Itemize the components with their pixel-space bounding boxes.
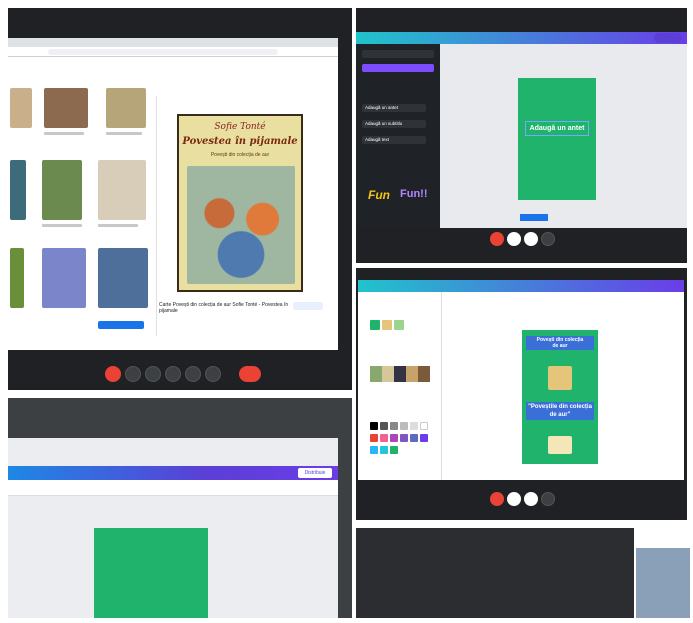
search-bar-blue[interactable]	[98, 321, 144, 329]
more-icon[interactable]	[205, 366, 221, 382]
side-item-subtitle[interactable]: Adaugă un subtitlu	[362, 120, 426, 128]
hand-icon[interactable]	[165, 366, 181, 382]
image-preview-pane: Sofie Tonté Povestea în pijamale Povești…	[156, 96, 332, 336]
swatch[interactable]	[380, 446, 388, 454]
side-search[interactable]	[362, 50, 434, 58]
present-icon[interactable]	[185, 366, 201, 382]
result-thumb[interactable]	[10, 160, 26, 220]
present-icon[interactable]	[524, 232, 538, 246]
result-thumb[interactable]	[106, 88, 146, 128]
swatch[interactable]	[380, 434, 388, 442]
result-thumb[interactable]	[98, 248, 148, 308]
share-pill[interactable]	[654, 33, 682, 43]
font-sample-fun[interactable]: Fun	[368, 188, 390, 202]
result-thumb[interactable]	[42, 160, 82, 220]
more-icon[interactable]	[541, 492, 555, 506]
side-item-heading[interactable]: Adaugă un antet	[362, 104, 426, 112]
poster-canvas[interactable]: Povești din colecția de aur "Poveștile d…	[522, 330, 598, 464]
swatch[interactable]	[370, 422, 378, 430]
poster-title[interactable]: Povești din colecția de aur	[526, 336, 594, 350]
browser-tab-bar	[8, 38, 338, 47]
swatch[interactable]	[410, 434, 418, 442]
design-canvas[interactable]: Adaugă un antet	[518, 78, 596, 200]
canva-editor-window: Adaugă un antet Adaugă un subtitlu Adaug…	[356, 32, 687, 228]
mic-icon[interactable]	[105, 366, 121, 382]
canva-header	[358, 280, 684, 292]
hangup-icon[interactable]	[239, 366, 261, 382]
poster-book-image[interactable]	[548, 366, 572, 390]
more-icon[interactable]	[541, 232, 555, 246]
styles-panel	[358, 292, 442, 480]
book-title: Povestea în pijamale	[182, 136, 298, 147]
result-thumb[interactable]	[10, 88, 32, 128]
side-item-body[interactable]: Adaugă text	[362, 136, 426, 144]
swatch[interactable]	[394, 320, 404, 330]
add-text-button[interactable]	[362, 64, 434, 72]
swatch[interactable]	[390, 422, 398, 430]
meet-panel-bottom-left: Distribuie	[8, 398, 352, 618]
camera-icon[interactable]	[125, 366, 141, 382]
mic-icon[interactable]	[490, 232, 504, 246]
swatch[interactable]	[390, 446, 398, 454]
swatch[interactable]	[382, 320, 392, 330]
participant-tile[interactable]	[636, 548, 690, 618]
toolbar-row	[8, 480, 338, 496]
shared-browser-window: Sofie Tonté Povestea în pijamale Povești…	[8, 38, 338, 350]
font-sample-fun2[interactable]: Fun!!	[400, 188, 427, 200]
swatch[interactable]	[400, 422, 408, 430]
book-author: Sofie Tonté	[214, 122, 266, 132]
swatch[interactable]	[400, 434, 408, 442]
canva-header	[356, 32, 687, 44]
swatch[interactable]	[370, 446, 378, 454]
camera-icon[interactable]	[507, 492, 521, 506]
canva-editor-window-3: Distribuie	[8, 438, 338, 618]
result-thumb[interactable]	[42, 248, 86, 308]
visit-button[interactable]	[293, 302, 323, 310]
result-thumb[interactable]	[10, 248, 24, 308]
zoom-bar[interactable]	[520, 214, 548, 221]
canva-side-panel: Adaugă un antet Adaugă un subtitlu Adaug…	[356, 44, 440, 228]
meet-panel-bottom-right: Povești din colecția de aur "Poveștile d…	[356, 268, 687, 520]
captions-icon[interactable]	[145, 366, 161, 382]
book-illustration	[187, 166, 295, 284]
present-icon[interactable]	[524, 492, 538, 506]
swatch[interactable]	[390, 434, 398, 442]
swatch[interactable]	[410, 422, 418, 430]
meet-panel-top-left: Sofie Tonté Povestea în pijamale Povești…	[8, 8, 352, 390]
swatch[interactable]	[420, 434, 428, 442]
book-subtitle: Povești din colecția de aur	[210, 152, 270, 158]
swatch[interactable]	[370, 320, 380, 330]
canva-header-bar	[8, 466, 338, 480]
blank-green-page[interactable]	[94, 528, 208, 618]
book-cover[interactable]: Sofie Tonté Povestea în pijamale Povești…	[177, 114, 303, 292]
swatch[interactable]	[380, 422, 388, 430]
result-thumb[interactable]	[98, 160, 146, 220]
poster-footer[interactable]: "Poveștile din colecția de aur"	[526, 402, 594, 420]
swatch[interactable]	[370, 434, 378, 442]
camera-icon[interactable]	[507, 232, 521, 246]
swatch[interactable]	[420, 422, 428, 430]
participant-tile[interactable]	[356, 528, 634, 618]
canvas-heading[interactable]: Adaugă un antet	[525, 121, 589, 136]
preview-caption: Carte Povești din colecția de aur Sofie …	[159, 302, 289, 314]
publish-button[interactable]: Distribuie	[298, 468, 332, 478]
canva-editor-window-2: Povești din colecția de aur "Poveștile d…	[358, 280, 684, 480]
meet-panel-top-right: Adaugă un antet Adaugă un subtitlu Adaug…	[356, 8, 687, 263]
mic-icon[interactable]	[490, 492, 504, 506]
palette-row	[370, 366, 430, 382]
poster-line: de aur	[552, 343, 568, 349]
poster-bottom-image[interactable]	[548, 436, 572, 454]
result-thumb[interactable]	[44, 88, 88, 128]
browser-address-bar[interactable]	[8, 47, 338, 57]
